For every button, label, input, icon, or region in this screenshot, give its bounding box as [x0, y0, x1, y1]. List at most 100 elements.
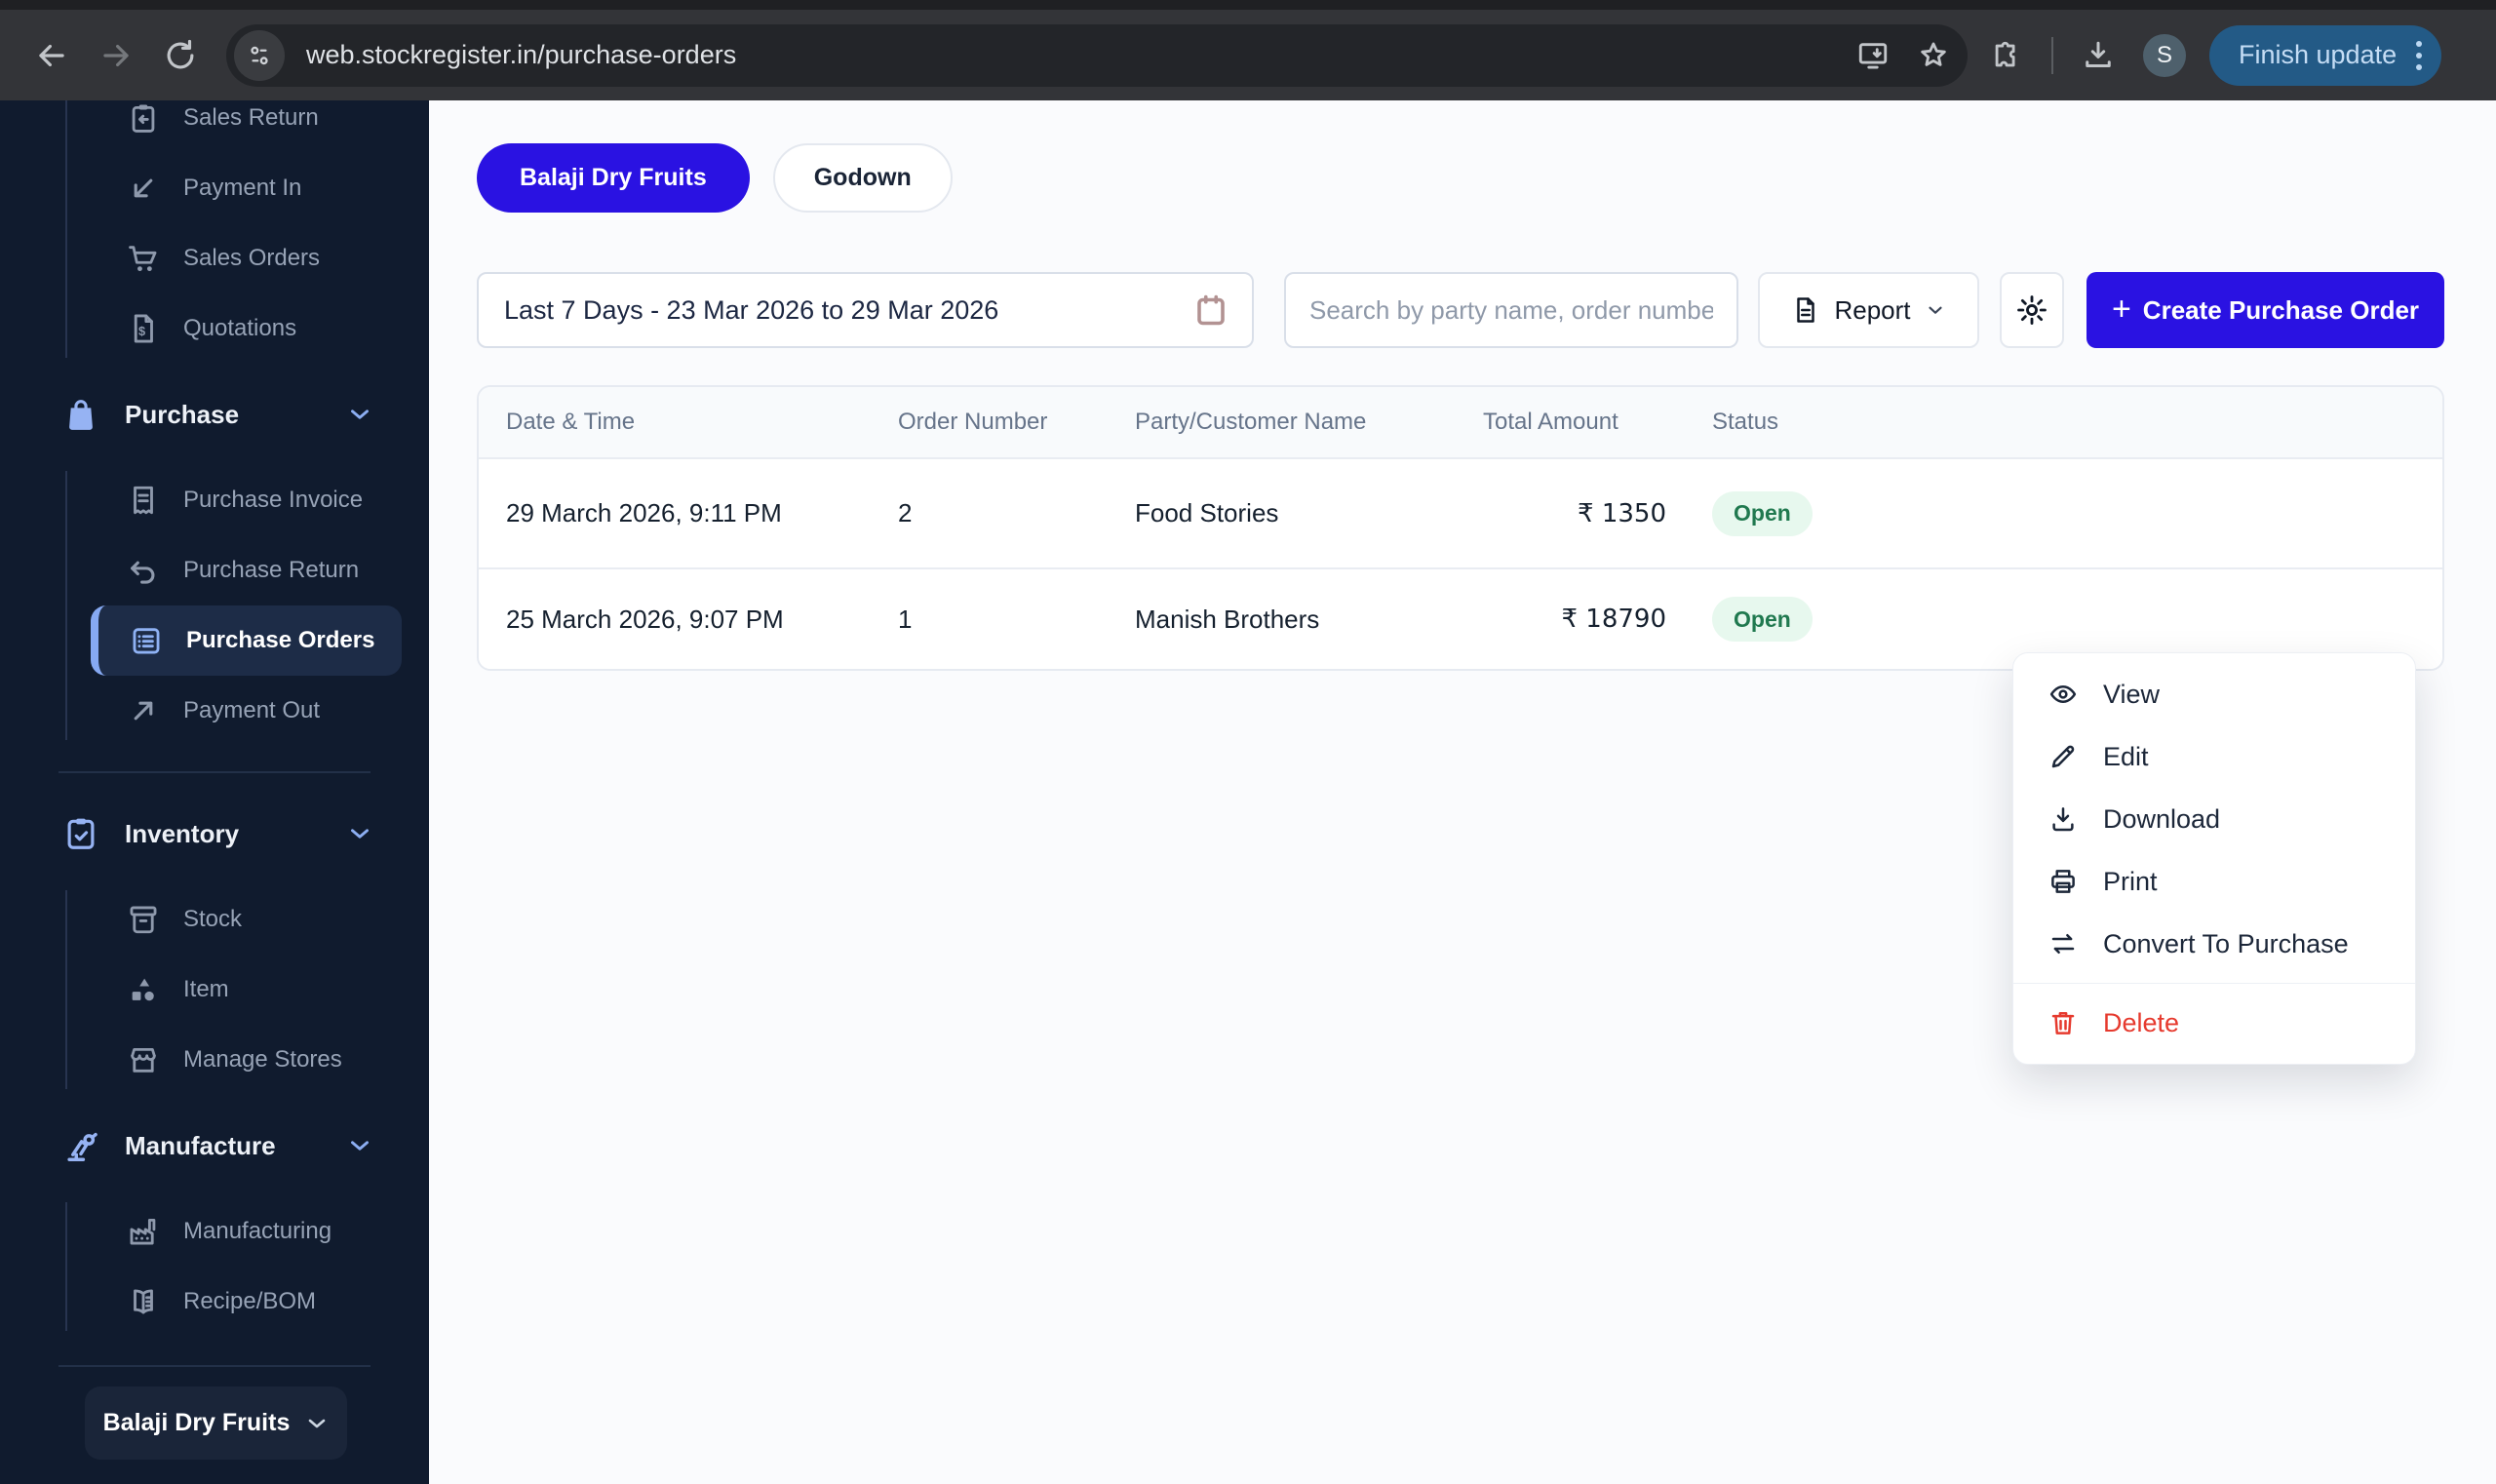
browser-chrome: web.stockregister.in/purchase-orders S F…: [0, 0, 2496, 100]
filter-toolbar: Last 7 Days - 23 Mar 2026 to 29 Mar 2026…: [477, 272, 2444, 348]
url-text[interactable]: web.stockregister.in/purchase-orders: [306, 40, 1856, 70]
sidebar-section-label: Purchase: [125, 400, 239, 430]
sidebar-item-quotations[interactable]: $ Quotations: [0, 293, 429, 364]
finish-update-label: Finish update: [2239, 40, 2397, 70]
undo-arrow-icon: [127, 554, 160, 587]
sidebar-item-sales-return[interactable]: Sales Return: [0, 100, 429, 153]
sidebar-item-manage-stores[interactable]: Manage Stores: [0, 1025, 429, 1095]
column-header-status: Status: [1712, 409, 2442, 436]
order-list-icon: [130, 624, 163, 657]
clipboard-check-icon: [62, 815, 99, 852]
site-info-icon[interactable]: [234, 30, 285, 81]
sidebar-item-stock[interactable]: Stock: [0, 884, 429, 955]
report-button[interactable]: Report: [1758, 272, 1979, 348]
purchase-subgroup: Purchase Invoice Purchase Return Purchas…: [0, 465, 429, 746]
sidebar-divider: [58, 771, 370, 773]
menu-item-delete[interactable]: Delete: [2013, 992, 2415, 1054]
pencil-icon: [2048, 742, 2078, 771]
sidebar-item-purchase-invoice[interactable]: Purchase Invoice: [0, 465, 429, 535]
factory-icon: [127, 1215, 160, 1248]
cell-party: Manish Brothers: [1135, 605, 1483, 635]
browser-menu-icon[interactable]: [2416, 41, 2422, 70]
address-bar[interactable]: web.stockregister.in/purchase-orders: [226, 24, 1968, 87]
invoice-receipt-icon: [127, 484, 160, 517]
sidebar-item-item[interactable]: Item: [0, 955, 429, 1025]
tab-balaji-dry-fruits[interactable]: Balaji Dry Fruits: [477, 143, 750, 213]
menu-item-label: Convert To Purchase: [2103, 929, 2349, 959]
downloads-icon[interactable]: [2077, 34, 2120, 77]
install-app-icon[interactable]: [1856, 39, 1890, 72]
svg-text:$: $: [138, 324, 145, 338]
purchase-orders-table: Date & Time Order Number Party/Customer …: [477, 385, 2444, 671]
table-row[interactable]: 29 March 2026, 9:11 PM 2 Food Stories ₹ …: [479, 459, 2442, 567]
date-range-picker[interactable]: Last 7 Days - 23 Mar 2026 to 29 Mar 2026: [477, 272, 1254, 348]
swap-arrows-icon: [2048, 929, 2078, 958]
settings-button[interactable]: [2000, 272, 2064, 348]
sidebar-section-inventory[interactable]: Inventory: [0, 799, 429, 869]
menu-item-convert-to-purchase[interactable]: Convert To Purchase: [2013, 913, 2415, 975]
sales-return-icon: [127, 101, 160, 135]
sidebar-item-manufacturing[interactable]: Manufacturing: [0, 1196, 429, 1267]
finish-update-button[interactable]: Finish update: [2209, 25, 2441, 86]
forward-icon[interactable]: [84, 23, 148, 88]
payment-in-icon: [127, 172, 160, 205]
sidebar-item-purchase-orders[interactable]: Purchase Orders: [91, 605, 402, 676]
payment-out-icon: [127, 694, 160, 727]
sidebar-item-label: Manage Stores: [183, 1046, 342, 1074]
sidebar-section-manufacture[interactable]: Manufacture: [0, 1111, 429, 1181]
cell-order-number: 2: [898, 498, 1135, 528]
menu-item-view[interactable]: View: [2013, 663, 2415, 725]
sidebar-item-label: Payment Out: [183, 697, 320, 724]
chevron-down-icon: [305, 1412, 329, 1435]
printer-icon: [2048, 867, 2078, 896]
menu-item-download[interactable]: Download: [2013, 788, 2415, 850]
menu-item-label: Print: [2103, 867, 2158, 897]
open-book-icon: [127, 1285, 160, 1318]
plus-icon: +: [2112, 293, 2131, 326]
sidebar-item-payment-in[interactable]: Payment In: [0, 153, 429, 223]
menu-item-edit[interactable]: Edit: [2013, 725, 2415, 788]
sidebar-item-label: Purchase Invoice: [183, 487, 363, 514]
storefront-icon: [127, 1043, 160, 1076]
table-header-row: Date & Time Order Number Party/Customer …: [479, 387, 2442, 459]
store-switcher-label: Balaji Dry Fruits: [103, 1409, 291, 1437]
sidebar-item-label: Purchase Return: [183, 557, 359, 584]
bookmark-star-icon[interactable]: [1917, 39, 1950, 72]
cell-date: 29 March 2026, 9:11 PM: [479, 498, 898, 528]
create-purchase-order-button[interactable]: + Create Purchase Order: [2086, 272, 2444, 348]
cell-order-number: 1: [898, 605, 1135, 635]
sidebar-section-purchase[interactable]: Purchase: [0, 379, 429, 449]
sidebar-item-label: Sales Return: [183, 104, 319, 132]
tab-godown[interactable]: Godown: [773, 143, 953, 213]
gear-icon: [2015, 293, 2048, 327]
search-input[interactable]: [1284, 272, 1738, 348]
browser-window-edge: [0, 0, 2496, 10]
manufacture-subgroup: Manufacturing Recipe/BOM: [0, 1196, 429, 1337]
extensions-icon[interactable]: [1985, 34, 2028, 77]
toolbar-separator: [2051, 37, 2053, 74]
chevron-down-icon: [347, 821, 372, 846]
sidebar: Sales Return Payment In Sales Orders: [0, 100, 429, 1484]
report-label: Report: [1834, 295, 1910, 326]
sidebar-item-purchase-return[interactable]: Purchase Return: [0, 535, 429, 605]
sidebar-item-payment-out[interactable]: Payment Out: [0, 676, 429, 746]
menu-item-print[interactable]: Print: [2013, 850, 2415, 913]
sidebar-item-label: Purchase Orders: [186, 627, 374, 654]
archive-box-icon: [127, 903, 160, 936]
back-icon[interactable]: [20, 23, 84, 88]
reload-icon[interactable]: [148, 23, 213, 88]
create-purchase-order-label: Create Purchase Order: [2143, 295, 2419, 326]
sidebar-item-sales-orders[interactable]: Sales Orders: [0, 223, 429, 293]
column-header-date: Date & Time: [479, 409, 898, 436]
row-actions-context-menu: View Edit Download Print Convert To Purc…: [2012, 652, 2416, 1065]
eye-icon: [2048, 680, 2078, 709]
sidebar-item-recipe-bom[interactable]: Recipe/BOM: [0, 1267, 429, 1337]
menu-item-label: Delete: [2103, 1008, 2179, 1038]
cell-amount: ₹ 18790: [1561, 605, 1712, 634]
sidebar-item-label: Payment In: [183, 175, 301, 202]
sidebar-item-label: Recipe/BOM: [183, 1288, 316, 1315]
store-switcher-button[interactable]: Balaji Dry Fruits: [85, 1386, 347, 1460]
date-range-value: Last 7 Days - 23 Mar 2026 to 29 Mar 2026: [504, 295, 1178, 326]
profile-avatar[interactable]: S: [2143, 34, 2186, 77]
trash-icon: [2048, 1008, 2078, 1037]
